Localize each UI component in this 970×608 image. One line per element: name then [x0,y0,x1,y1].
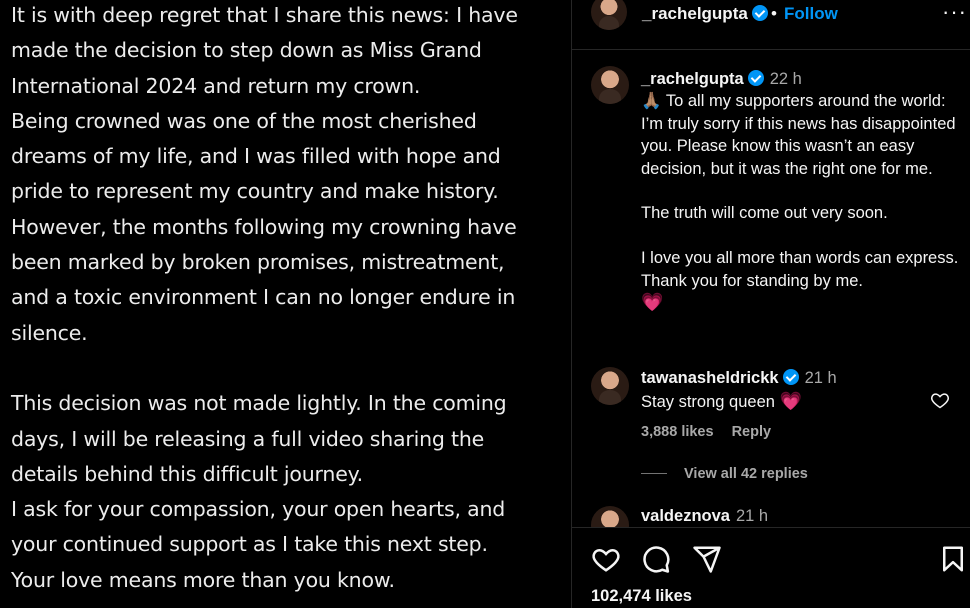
caption-paragraph: I love you all more than words can expre… [641,249,959,290]
comment-text: Stay strong queen [641,393,775,411]
post-side-panel: _rachelgupta • Follow ··· _rachelgupta 22… [572,0,970,608]
commenter-avatar[interactable] [591,367,629,405]
caption: _rachelgupta 22 h 🙏🏽 To all my supporters… [641,68,959,314]
post-line: details behind this difficult journey. [11,461,363,486]
post-line: It is with deep regret that I share this… [11,3,518,27]
header-separator: • [771,4,777,23]
post-image: It is with deep regret that I share this… [0,0,571,608]
share-icon[interactable] [692,544,722,574]
caption-paragraph: To all my supporters around the world: I… [641,92,956,178]
comment: valdeznova 21 h [641,507,768,526]
post-line: your continued support as I take this ne… [11,532,488,557]
post-line: Your love means more than you know. [11,567,395,592]
bookmark-icon[interactable] [938,544,968,574]
view-replies-button[interactable]: View all 42 replies [641,466,808,482]
commenter-username[interactable]: tawanasheldrickk [641,369,779,387]
heart-emoji-icon: 💗 [641,292,664,314]
post-line: pride to represent my country and make h… [11,179,499,204]
comment-icon[interactable] [641,544,671,574]
commenter-username[interactable]: valdeznova [641,507,730,525]
reply-button[interactable]: Reply [732,424,772,440]
heart-emoji-icon: 💗 [779,391,802,412]
caption-time[interactable]: 22 h [770,70,802,88]
more-options-icon[interactable]: ··· [942,1,967,23]
comment-like-icon[interactable] [930,390,950,410]
post-line: This decision was not made lightly. In t… [11,391,507,416]
post-line: made the decision to step down as Miss G… [11,38,482,63]
caption-paragraph: The truth will come out very soon. [641,204,888,223]
post-line: Being crowned was one of the most cheris… [11,108,477,133]
caption-username[interactable]: _rachelgupta [641,70,744,88]
post-actions: 102,474 likes [572,527,970,608]
post-line: However, the months following my crownin… [11,214,517,239]
commenter-avatar[interactable] [591,506,629,527]
post-line: been marked by broken promises, mistreat… [11,250,505,275]
post-line: I ask for your compassion, your open hea… [11,497,506,522]
caption-avatar[interactable] [591,66,629,104]
post-header: _rachelgupta • Follow ··· [572,0,970,30]
heart-icon[interactable] [591,544,621,574]
post-line: silence. [11,320,88,345]
comment-time[interactable]: 21 h [805,369,837,387]
post-likes-count[interactable]: 102,474 likes [591,587,692,606]
author-username-text[interactable]: _rachelgupta [642,4,748,23]
author-username[interactable]: _rachelgupta [642,4,768,24]
post-line: dreams of my life, and I was filled with… [11,144,501,169]
comments-list[interactable]: _rachelgupta 22 h 🙏🏽 To all my supporters… [572,50,970,527]
author-avatar[interactable] [591,0,627,30]
comment-likes[interactable]: 3,888 likes [641,424,714,440]
post-line: International 2024 and return my crown. [11,73,421,98]
post-line: and a toxic environment I can no longer … [11,285,516,310]
comment-meta: 3,888 likes Reply [641,424,789,440]
verified-badge-icon [751,5,768,21]
post-line: days, I will be releasing a full video s… [11,426,485,451]
post-image-text: It is with deep regret that I share this… [11,0,561,598]
comment: tawanasheldrickk 21 h Stay strong queen 💗 [641,367,921,414]
verified-badge-icon [782,369,799,385]
verified-badge-icon [747,70,764,86]
comment-time[interactable]: 21 h [736,507,768,525]
pray-emoji-icon: 🙏🏽 [641,91,662,111]
follow-button[interactable]: Follow [784,4,838,24]
